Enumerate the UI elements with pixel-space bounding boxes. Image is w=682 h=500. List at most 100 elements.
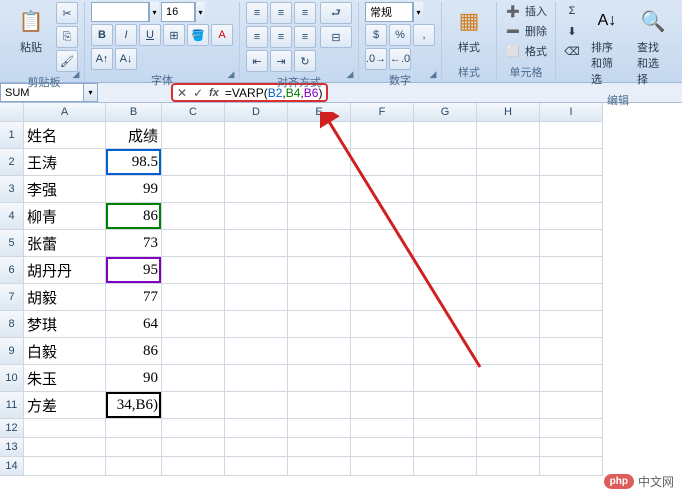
decrease-decimal-button[interactable]: ←.0 — [389, 48, 411, 70]
wrap-text-button[interactable]: ⮐ — [320, 2, 352, 24]
cell-C7[interactable] — [162, 284, 225, 311]
cell-A11[interactable]: 方差 — [24, 392, 106, 419]
italic-button[interactable]: I — [115, 24, 137, 46]
spreadsheet-grid[interactable]: ABCDEFGHI1姓名成绩2王涛98.53李强994柳青865张蕾736胡丹丹… — [0, 103, 682, 476]
paste-button[interactable]: 📋 粘贴 — [10, 2, 52, 58]
cell-B12[interactable] — [106, 419, 162, 438]
row-header-2[interactable]: 2 — [0, 149, 24, 176]
cell-F4[interactable] — [351, 203, 414, 230]
cell-B11[interactable]: 34,B6) — [106, 392, 162, 419]
cell-G7[interactable] — [414, 284, 477, 311]
cell-B7[interactable]: 77 — [106, 284, 162, 311]
row-header-11[interactable]: 11 — [0, 392, 24, 419]
delete-button[interactable]: ➖删除 — [503, 22, 549, 40]
fill-button[interactable]: ⬇ — [562, 22, 582, 40]
cell-A8[interactable]: 梦琪 — [24, 311, 106, 338]
cell-C6[interactable] — [162, 257, 225, 284]
cell-C2[interactable] — [162, 149, 225, 176]
increase-indent-button[interactable]: ⇥ — [270, 50, 292, 72]
cell-D4[interactable] — [225, 203, 288, 230]
cell-I3[interactable] — [540, 176, 603, 203]
row-header-7[interactable]: 7 — [0, 284, 24, 311]
cell-D6[interactable] — [225, 257, 288, 284]
cell-B14[interactable] — [106, 457, 162, 476]
cell-D8[interactable] — [225, 311, 288, 338]
cell-I12[interactable] — [540, 419, 603, 438]
insert-button[interactable]: ➕插入 — [503, 2, 549, 20]
cell-I9[interactable] — [540, 338, 603, 365]
cell-C5[interactable] — [162, 230, 225, 257]
cell-I2[interactable] — [540, 149, 603, 176]
cell-H6[interactable] — [477, 257, 540, 284]
cell-I11[interactable] — [540, 392, 603, 419]
cell-E4[interactable] — [288, 203, 351, 230]
align-top-button[interactable]: ≡ — [246, 2, 268, 24]
row-header-12[interactable]: 12 — [0, 419, 24, 438]
cell-H4[interactable] — [477, 203, 540, 230]
row-header-10[interactable]: 10 — [0, 365, 24, 392]
cell-G9[interactable] — [414, 338, 477, 365]
cell-G3[interactable] — [414, 176, 477, 203]
orientation-button[interactable]: ↻ — [294, 50, 316, 72]
cell-D12[interactable] — [225, 419, 288, 438]
cell-E7[interactable] — [288, 284, 351, 311]
row-header-13[interactable]: 13 — [0, 438, 24, 457]
cell-C9[interactable] — [162, 338, 225, 365]
cell-G13[interactable] — [414, 438, 477, 457]
col-header-H[interactable]: H — [477, 103, 540, 122]
cell-F13[interactable] — [351, 438, 414, 457]
grow-font-button[interactable]: A↑ — [91, 48, 113, 70]
increase-decimal-button[interactable]: .0→ — [365, 48, 387, 70]
cell-B13[interactable] — [106, 438, 162, 457]
cell-B4[interactable]: 86 — [106, 203, 162, 230]
col-header-B[interactable]: B — [106, 103, 162, 122]
cell-G12[interactable] — [414, 419, 477, 438]
cell-I14[interactable] — [540, 457, 603, 476]
cut-button[interactable]: ✂ — [56, 2, 78, 24]
cell-H7[interactable] — [477, 284, 540, 311]
font-launcher[interactable]: ◢ — [225, 68, 237, 80]
clear-button[interactable]: ⌫ — [562, 42, 582, 60]
merge-button[interactable]: ⊟ — [320, 26, 352, 48]
copy-button[interactable]: ⎘ — [56, 26, 78, 48]
col-header-D[interactable]: D — [225, 103, 288, 122]
bold-button[interactable]: B — [91, 24, 113, 46]
cell-D10[interactable] — [225, 365, 288, 392]
cell-H10[interactable] — [477, 365, 540, 392]
row-header-5[interactable]: 5 — [0, 230, 24, 257]
cell-D3[interactable] — [225, 176, 288, 203]
shrink-font-button[interactable]: A↓ — [115, 48, 137, 70]
align-left-button[interactable]: ≡ — [246, 26, 268, 48]
cell-I10[interactable] — [540, 365, 603, 392]
fx-icon[interactable]: fx — [209, 87, 219, 99]
cell-H11[interactable] — [477, 392, 540, 419]
cell-F14[interactable] — [351, 457, 414, 476]
styles-button[interactable]: ▦ 样式 — [448, 2, 490, 58]
cell-B9[interactable]: 86 — [106, 338, 162, 365]
select-all-corner[interactable] — [0, 103, 24, 122]
cell-F2[interactable] — [351, 149, 414, 176]
cell-C8[interactable] — [162, 311, 225, 338]
chevron-down-icon[interactable]: ▾ — [84, 83, 98, 102]
cell-G8[interactable] — [414, 311, 477, 338]
cell-E13[interactable] — [288, 438, 351, 457]
cell-H1[interactable] — [477, 122, 540, 149]
cell-C11[interactable] — [162, 392, 225, 419]
cell-A9[interactable]: 白毅 — [24, 338, 106, 365]
number-format-combo[interactable]: 常规▾ — [365, 2, 435, 22]
row-header-6[interactable]: 6 — [0, 257, 24, 284]
fill-color-button[interactable]: 🪣 — [187, 24, 209, 46]
cell-H5[interactable] — [477, 230, 540, 257]
currency-button[interactable]: $ — [365, 24, 387, 46]
cell-D11[interactable] — [225, 392, 288, 419]
cell-E6[interactable] — [288, 257, 351, 284]
align-bottom-button[interactable]: ≡ — [294, 2, 316, 24]
col-header-G[interactable]: G — [414, 103, 477, 122]
cell-A13[interactable] — [24, 438, 106, 457]
comma-button[interactable]: , — [413, 24, 435, 46]
cell-I8[interactable] — [540, 311, 603, 338]
col-header-E[interactable]: E — [288, 103, 351, 122]
cell-A10[interactable]: 朱玉 — [24, 365, 106, 392]
sort-filter-button[interactable]: A↓ 排序和筛选 — [586, 2, 628, 90]
row-header-14[interactable]: 14 — [0, 457, 24, 476]
